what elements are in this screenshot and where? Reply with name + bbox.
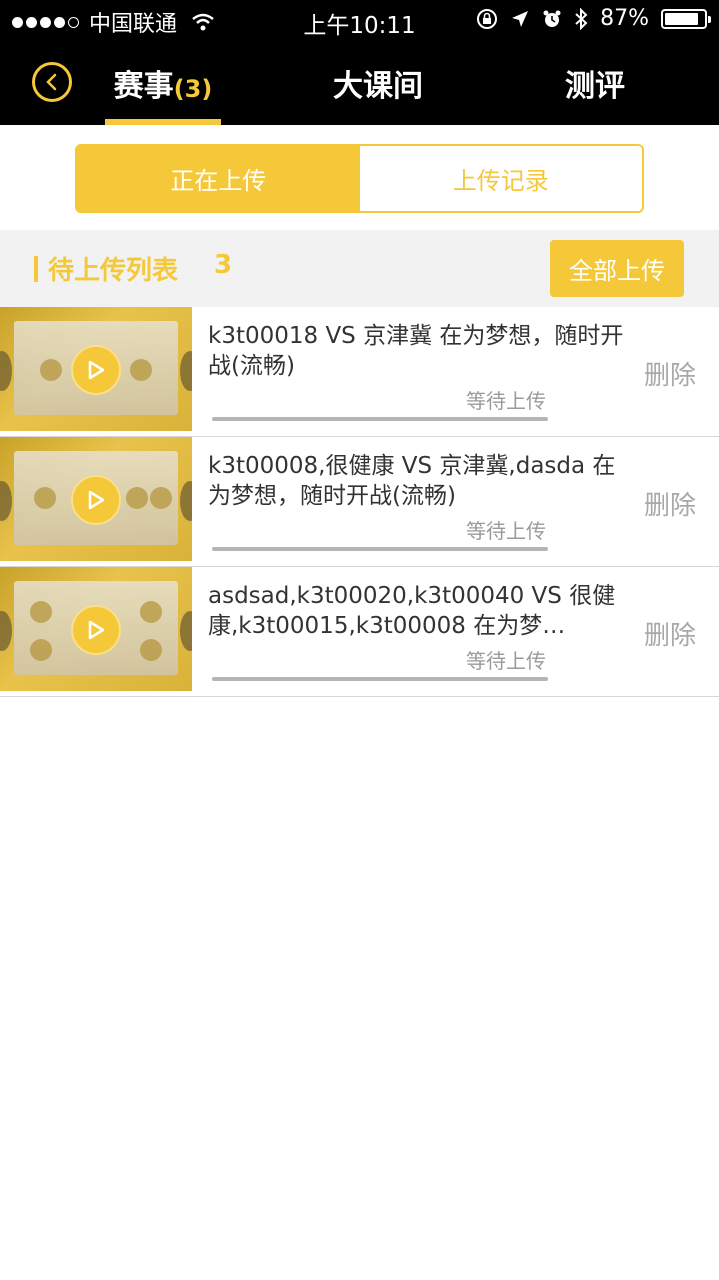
tab-matches[interactable]: 赛事 (3) <box>105 40 221 125</box>
pending-upload-list: k3t00018 VS 京津冀 在为梦想，随时开战(流畅) 等待上传 删除 k3… <box>0 307 719 697</box>
battery-level-fill <box>665 12 699 25</box>
upload-segmented-control: 正在上传 上传记录 <box>75 144 644 213</box>
upload-status: 等待上传 <box>466 389 546 413</box>
video-thumbnail[interactable] <box>0 567 192 691</box>
status-bar: 中国联通 上午10:11 87% <box>0 0 719 40</box>
video-thumbnail[interactable] <box>0 307 192 431</box>
upload-progress-bar <box>212 677 548 681</box>
segment-upload-history[interactable]: 上传记录 <box>359 146 642 211</box>
upload-all-button[interactable]: 全部上传 <box>550 240 684 297</box>
tab-matches-count: (3) <box>173 74 213 103</box>
upload-status: 等待上传 <box>466 649 546 673</box>
alarm-clock-icon <box>543 10 561 27</box>
status-bar-right: 87% <box>476 6 711 31</box>
play-icon[interactable] <box>71 345 121 395</box>
bluetooth-icon <box>575 7 588 30</box>
list-item[interactable]: asdsad,k3t00020,k3t00040 VS 很健康,k3t00015… <box>0 567 719 697</box>
tab-break-class[interactable]: 大课间 <box>318 40 438 125</box>
delete-button[interactable]: 删除 <box>644 355 696 392</box>
video-title: asdsad,k3t00020,k3t00040 VS 很健康,k3t00015… <box>208 583 616 639</box>
play-icon[interactable] <box>71 475 121 525</box>
delete-button[interactable]: 删除 <box>644 615 696 652</box>
section-accent-bar <box>34 256 38 282</box>
tab-matches-label: 赛事 <box>113 68 174 104</box>
tab-assessment-label: 测评 <box>565 68 625 104</box>
active-tab-indicator <box>105 119 221 125</box>
location-arrow-icon <box>512 10 529 27</box>
video-title: k3t00018 VS 京津冀 在为梦想，随时开战(流畅) <box>208 323 624 379</box>
battery-percent: 87% <box>600 6 649 31</box>
video-thumbnail[interactable] <box>0 437 192 561</box>
upload-progress-bar <box>212 547 548 551</box>
section-count: 3 <box>214 250 233 280</box>
navigation-bar: 赛事 (3) 大课间 测评 <box>0 40 719 125</box>
rotation-lock-icon <box>477 8 498 29</box>
tab-assessment[interactable]: 测评 <box>535 40 655 125</box>
upload-status: 等待上传 <box>466 519 546 543</box>
back-button[interactable] <box>32 62 72 102</box>
list-item[interactable]: k3t00018 VS 京津冀 在为梦想，随时开战(流畅) 等待上传 删除 <box>0 307 719 437</box>
play-icon[interactable] <box>71 605 121 655</box>
segment-uploading[interactable]: 正在上传 <box>77 146 360 211</box>
video-title: k3t00008,很健康 VS 京津冀,dasda 在为梦想，随时开战(流畅) <box>208 453 616 509</box>
tab-break-class-label: 大课间 <box>333 68 423 104</box>
upload-progress-bar <box>212 417 548 421</box>
delete-button[interactable]: 删除 <box>644 485 696 522</box>
pending-list-header: 待上传列表 3 全部上传 <box>0 230 719 307</box>
section-title: 待上传列表 <box>48 256 179 286</box>
chevron-left-icon <box>46 73 57 91</box>
battery-icon <box>661 8 711 29</box>
list-item[interactable]: k3t00008,很健康 VS 京津冀,dasda 在为梦想，随时开战(流畅) … <box>0 437 719 567</box>
